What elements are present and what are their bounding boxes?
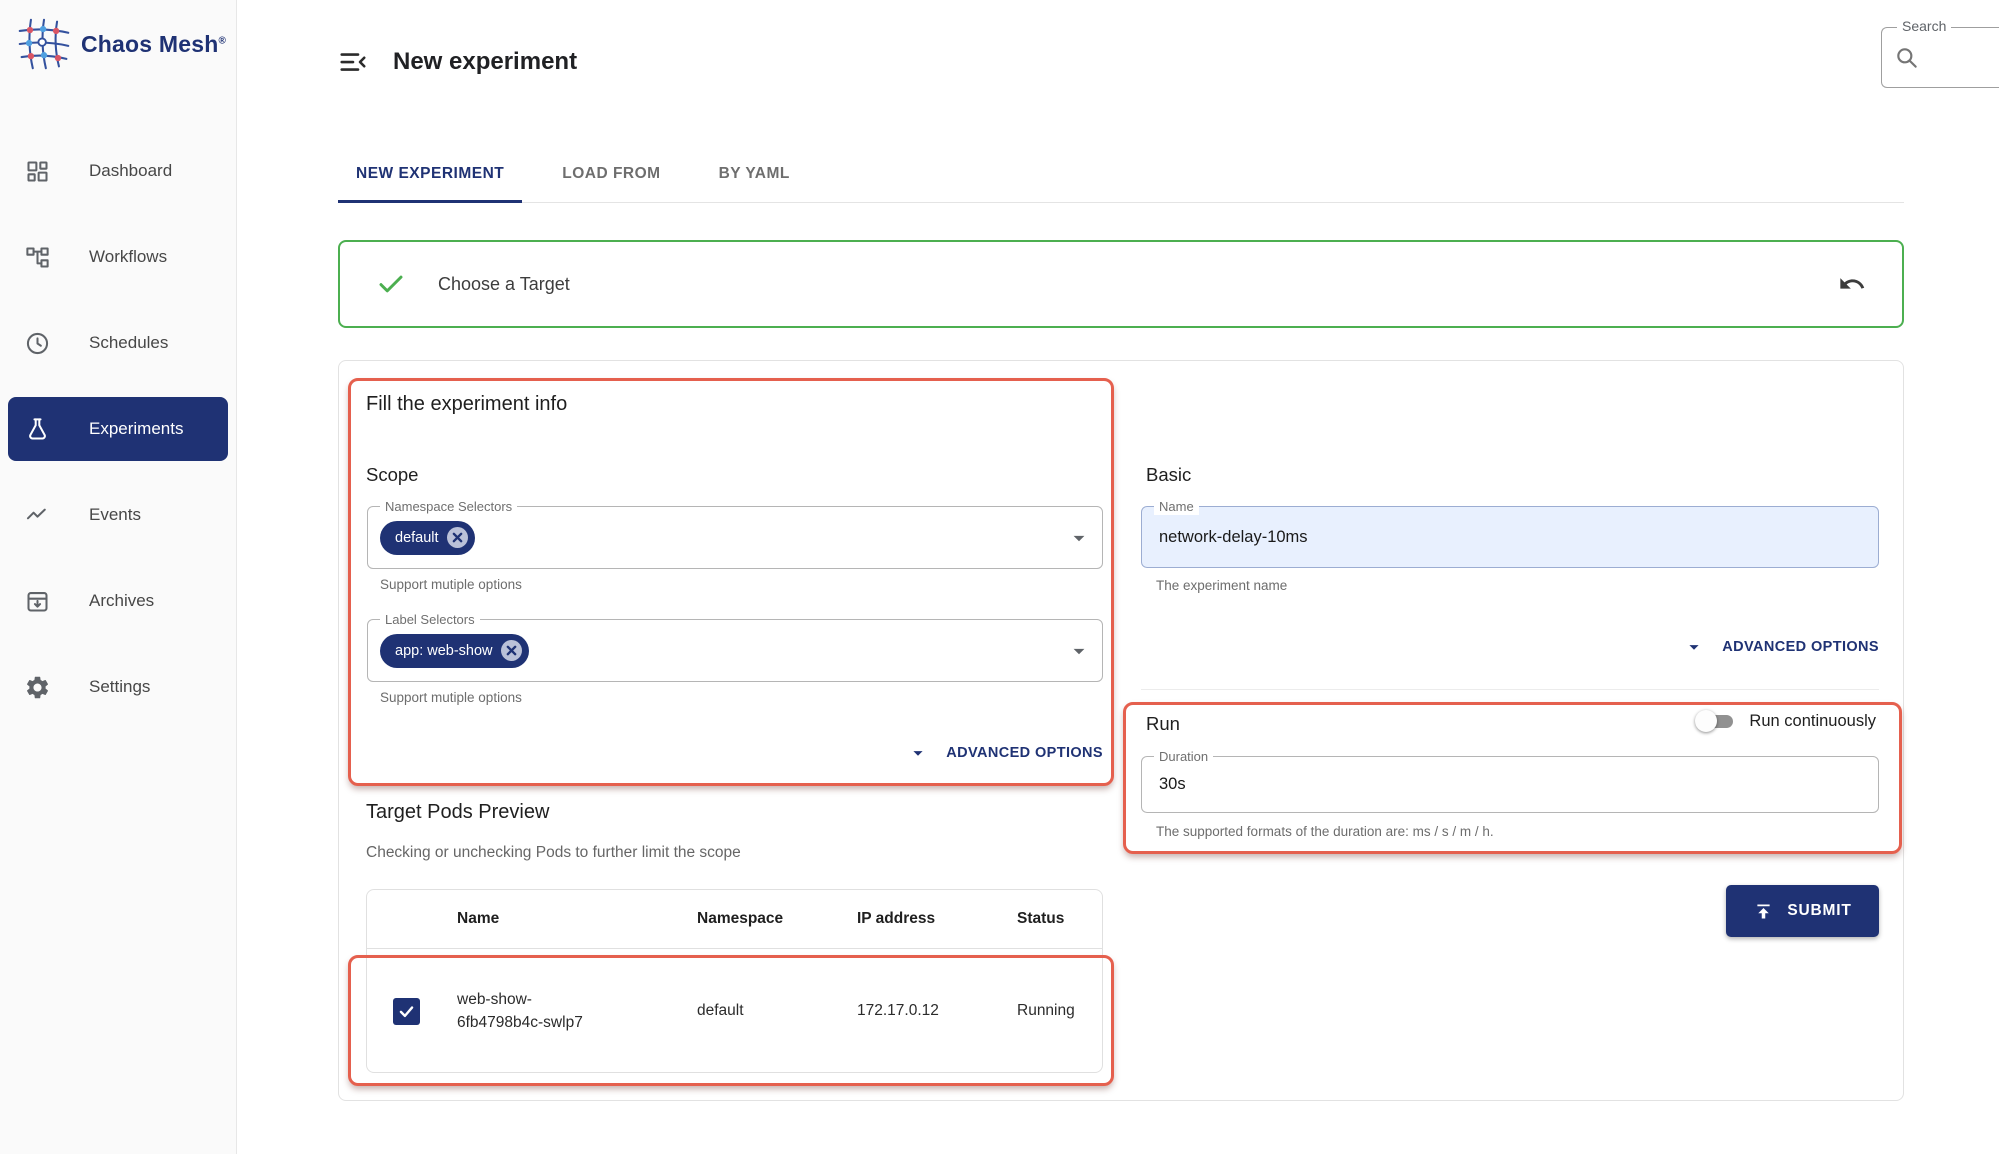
- sidebar-item-label: Events: [89, 505, 141, 525]
- scope-title: Scope: [366, 464, 418, 486]
- sidebar-item-label: Dashboard: [89, 161, 172, 181]
- chip-delete-icon[interactable]: [447, 527, 468, 548]
- label-chip-label: app: web-show: [395, 643, 493, 659]
- submit-label: SUBMIT: [1787, 902, 1851, 920]
- pods-preview-title: Target Pods Preview: [366, 801, 549, 824]
- sidebar-item-label: Workflows: [89, 247, 167, 267]
- page-header: New experiment: [338, 36, 577, 88]
- check-icon: [376, 269, 406, 299]
- namespace-helper-text: Support mutiple options: [380, 577, 522, 592]
- clock-icon: [24, 330, 51, 357]
- choose-target-banner: Choose a Target: [338, 240, 1904, 328]
- sidebar-item-label: Schedules: [89, 333, 168, 353]
- experiment-info-title: Fill the experiment info: [366, 393, 567, 416]
- run-continuously-label: Run continuously: [1749, 712, 1876, 731]
- pods-table: Name Namespace IP address Status web-sho…: [366, 889, 1103, 1073]
- sidebar-item-experiments[interactable]: Experiments: [8, 397, 228, 461]
- search-input-label: Search: [1897, 18, 1951, 34]
- undo-icon[interactable]: [1838, 270, 1866, 298]
- main-content: New experiment Search NEW EXPERIMENT LOA…: [237, 0, 1999, 1154]
- events-chart-icon: [24, 502, 51, 529]
- scope-advanced-options-button[interactable]: ADVANCED OPTIONS: [367, 742, 1103, 764]
- pods-table-header: Name Namespace IP address Status: [367, 890, 1102, 949]
- sidebar-item-dashboard[interactable]: Dashboard: [8, 139, 228, 203]
- caret-down-icon: [907, 742, 929, 764]
- gear-icon: [24, 674, 51, 701]
- table-row[interactable]: web-show-6fb4798b4c-swlp7 default 172.17…: [367, 949, 1102, 1073]
- label-chip[interactable]: app: web-show: [380, 634, 529, 668]
- basic-title: Basic: [1146, 464, 1191, 486]
- dropdown-arrow-icon[interactable]: [1066, 525, 1092, 551]
- namespace-selectors-label: Namespace Selectors: [380, 498, 517, 515]
- label-helper-text: Support mutiple options: [380, 690, 522, 705]
- experiment-name-label: Name: [1154, 498, 1199, 515]
- sidebar-item-schedules[interactable]: Schedules: [8, 311, 228, 375]
- pod-checkbox[interactable]: [393, 998, 420, 1025]
- tab-by-yaml[interactable]: BY YAML: [701, 146, 808, 202]
- flask-icon: [24, 416, 51, 443]
- duration-helper: The supported formats of the duration ar…: [1156, 824, 1494, 839]
- experiment-tabs: NEW EXPERIMENT LOAD FROM BY YAML: [338, 146, 1904, 203]
- publish-icon: [1753, 901, 1774, 922]
- pod-namespace-cell: default: [687, 1002, 847, 1020]
- submit-button[interactable]: SUBMIT: [1726, 885, 1879, 937]
- sidebar: Chaos Mesh® Dashboard Workflows Schedule…: [0, 0, 237, 1154]
- sidebar-item-label: Experiments: [89, 419, 183, 439]
- workflows-icon: [24, 244, 51, 271]
- run-continuously-toggle[interactable]: [1695, 710, 1735, 732]
- column-header-status: Status: [1007, 910, 1102, 928]
- namespace-chip-label: default: [395, 530, 439, 546]
- column-header-ip: IP address: [847, 910, 1007, 928]
- tab-load-from[interactable]: LOAD FROM: [544, 146, 678, 202]
- search-icon: [1894, 45, 1920, 71]
- page-title: New experiment: [393, 48, 577, 76]
- sidebar-item-label: Archives: [89, 591, 154, 611]
- brand-name: Chaos Mesh®: [81, 31, 226, 58]
- experiment-name-field[interactable]: Name network-delay-10ms: [1141, 506, 1879, 568]
- choose-target-label: Choose a Target: [438, 274, 570, 295]
- tab-new-experiment[interactable]: NEW EXPERIMENT: [338, 146, 522, 202]
- pod-ip-cell: 172.17.0.12: [847, 1002, 1007, 1020]
- sidebar-item-events[interactable]: Events: [8, 483, 228, 547]
- experiment-name-helper: The experiment name: [1156, 578, 1287, 593]
- duration-field[interactable]: Duration 30s: [1141, 756, 1879, 813]
- sidebar-item-workflows[interactable]: Workflows: [8, 225, 228, 289]
- namespace-selectors-field[interactable]: Namespace Selectors default: [367, 506, 1103, 569]
- experiment-name-value: network-delay-10ms: [1154, 528, 1308, 547]
- dashboard-icon: [24, 158, 51, 185]
- basic-advanced-options-label: ADVANCED OPTIONS: [1722, 639, 1879, 655]
- caret-down-icon: [1683, 636, 1705, 658]
- dropdown-arrow-icon[interactable]: [1066, 638, 1092, 664]
- scope-advanced-options-label: ADVANCED OPTIONS: [946, 745, 1103, 761]
- brand-logo[interactable]: Chaos Mesh®: [16, 16, 226, 72]
- sidebar-item-archives[interactable]: Archives: [8, 569, 228, 633]
- menu-open-icon[interactable]: [338, 47, 368, 77]
- registered-mark: ®: [218, 35, 226, 46]
- label-selectors-field[interactable]: Label Selectors app: web-show: [367, 619, 1103, 682]
- section-divider: [1141, 689, 1879, 690]
- sidebar-nav: Dashboard Workflows Schedules Experiment…: [8, 139, 228, 719]
- column-header-namespace: Namespace: [687, 910, 847, 928]
- chip-delete-icon[interactable]: [501, 640, 522, 661]
- sidebar-item-label: Settings: [89, 677, 150, 697]
- experiment-form-card: Fill the experiment info Scope Namespace…: [338, 360, 1904, 1101]
- toggle-thumb: [1695, 710, 1717, 732]
- pod-name-cell: web-show-6fb4798b4c-swlp7: [447, 988, 597, 1035]
- pod-status-cell: Running: [1007, 1002, 1102, 1020]
- run-continuously-control: Run continuously: [1695, 710, 1876, 732]
- duration-value: 30s: [1154, 775, 1186, 794]
- basic-advanced-options-button[interactable]: ADVANCED OPTIONS: [1141, 636, 1879, 658]
- sidebar-item-settings[interactable]: Settings: [8, 655, 228, 719]
- search-input[interactable]: Search: [1881, 27, 1999, 88]
- duration-label: Duration: [1154, 748, 1213, 765]
- archive-icon: [24, 588, 51, 615]
- pods-preview-subtitle: Checking or unchecking Pods to further l…: [366, 844, 741, 862]
- label-selectors-label: Label Selectors: [380, 611, 480, 628]
- chaos-mesh-logo-icon: [16, 16, 72, 72]
- column-header-name: Name: [447, 910, 687, 928]
- run-title: Run: [1146, 713, 1180, 735]
- namespace-chip[interactable]: default: [380, 521, 475, 555]
